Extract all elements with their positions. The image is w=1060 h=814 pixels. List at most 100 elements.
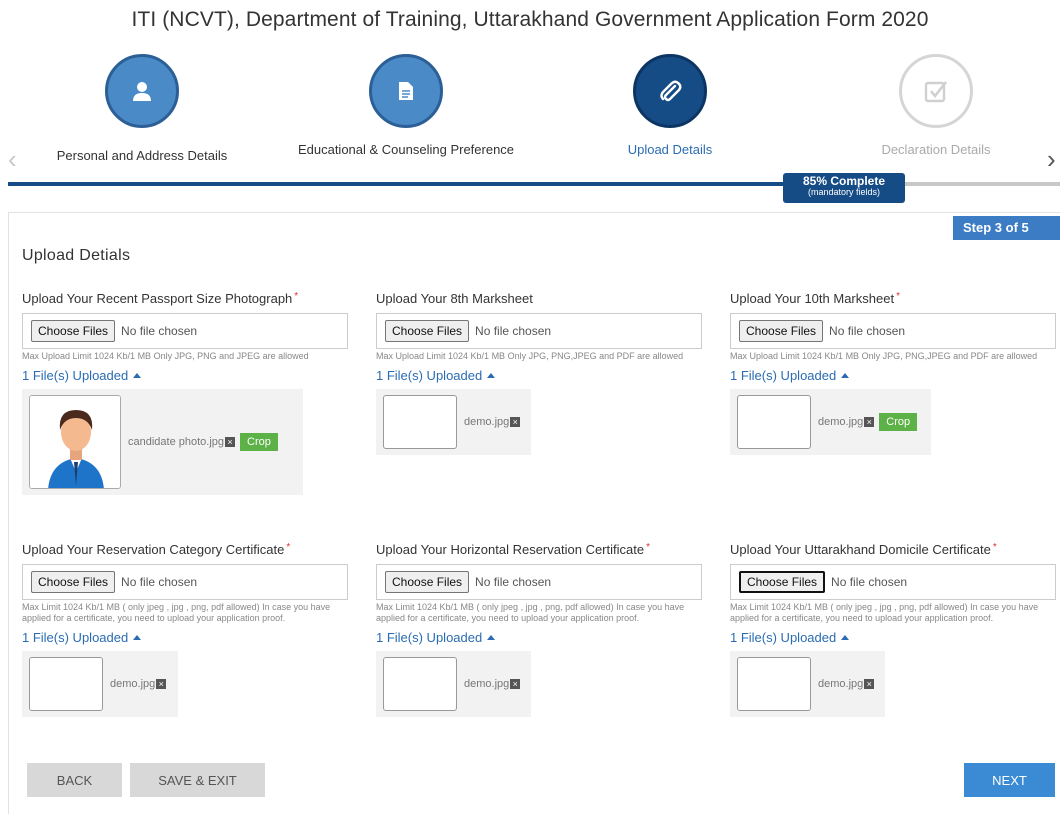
no-file-text: No file chosen bbox=[831, 575, 908, 589]
uploaded-count: 1 File(s) Uploaded bbox=[730, 368, 837, 383]
user-icon bbox=[105, 54, 179, 128]
upload-horizontal-reservation-field: Upload Your Horizontal Reservation Certi… bbox=[376, 542, 702, 717]
file-thumbnail[interactable] bbox=[737, 657, 811, 711]
remove-file-icon[interactable]: × bbox=[225, 437, 236, 447]
file-thumbnail[interactable] bbox=[737, 395, 811, 449]
required-marker: * bbox=[992, 542, 997, 553]
file-name: demo.jpg bbox=[464, 678, 510, 690]
stepper: ‹ › Personal and Address Details Educati… bbox=[0, 54, 1060, 190]
remove-file-icon[interactable]: × bbox=[864, 417, 875, 427]
chevron-right-icon[interactable]: › bbox=[1047, 146, 1056, 172]
file-input[interactable]: Choose Files No file chosen bbox=[730, 313, 1056, 349]
uploaded-toggle[interactable]: 1 File(s) Uploaded bbox=[376, 630, 702, 645]
file-thumbnail[interactable] bbox=[383, 395, 457, 449]
no-file-text: No file chosen bbox=[121, 324, 198, 338]
step-label: Declaration Details bbox=[881, 142, 991, 157]
choose-files-button[interactable]: Choose Files bbox=[739, 571, 826, 593]
upload-8th-marksheet-field: Upload Your 8th Marksheet Choose Files N… bbox=[376, 291, 702, 455]
checkbox-icon bbox=[899, 54, 973, 128]
file-name: demo.jpg bbox=[110, 678, 156, 690]
upload-reservation-certificate-field: Upload Your Reservation Category Certifi… bbox=[22, 542, 348, 717]
uploaded-count: 1 File(s) Uploaded bbox=[22, 630, 129, 645]
document-icon bbox=[369, 54, 443, 128]
no-file-text: No file chosen bbox=[475, 324, 552, 338]
upload-hint: Max Limit 1024 Kb/1 MB ( only jpeg , jpg… bbox=[376, 602, 685, 623]
file-input[interactable]: Choose Files No file chosen bbox=[22, 564, 348, 600]
upload-photo-field: Upload Your Recent Passport Size Photogr… bbox=[22, 291, 348, 495]
step-upload-details[interactable]: Upload Details bbox=[560, 54, 780, 157]
choose-files-button[interactable]: Choose Files bbox=[385, 571, 470, 593]
upload-hint: Max Limit 1024 Kb/1 MB ( only jpeg , jpg… bbox=[22, 602, 331, 623]
uploaded-count: 1 File(s) Uploaded bbox=[376, 368, 483, 383]
required-marker: * bbox=[286, 542, 291, 553]
candidate-photo-thumbnail[interactable] bbox=[29, 395, 121, 489]
choose-files-button[interactable]: Choose Files bbox=[31, 571, 116, 593]
file-thumbnail[interactable] bbox=[383, 657, 457, 711]
field-label: Upload Your Horizontal Reservation Certi… bbox=[376, 542, 645, 557]
uploaded-count: 1 File(s) Uploaded bbox=[22, 368, 129, 383]
crop-button[interactable]: Crop bbox=[240, 433, 278, 451]
upload-hint: Max Upload Limit 1024 Kb/1 MB Only JPG, … bbox=[22, 351, 309, 361]
uploaded-toggle[interactable]: 1 File(s) Uploaded bbox=[376, 368, 702, 383]
uploaded-toggle[interactable]: 1 File(s) Uploaded bbox=[22, 368, 348, 383]
file-preview: demo.jpg × bbox=[376, 389, 531, 455]
crop-button[interactable]: Crop bbox=[879, 413, 918, 431]
uploaded-count: 1 File(s) Uploaded bbox=[376, 630, 483, 645]
field-label: Upload Your 8th Marksheet bbox=[376, 291, 533, 306]
uploaded-toggle[interactable]: 1 File(s) Uploaded bbox=[22, 630, 348, 645]
file-preview: demo.jpg × bbox=[376, 651, 531, 717]
page-title: ITI (NCVT), Department of Training, Utta… bbox=[131, 8, 929, 31]
progress-percent: 85% Complete bbox=[802, 174, 886, 188]
triangle-up-icon bbox=[133, 373, 142, 378]
field-label: Upload Your Uttarakhand Domicile Certifi… bbox=[730, 542, 991, 557]
required-marker: * bbox=[294, 291, 299, 302]
file-preview: candidate photo.jpg × Crop bbox=[22, 389, 303, 495]
triangle-up-icon bbox=[841, 635, 850, 640]
progress-bar-fill bbox=[8, 182, 783, 186]
upload-hint: Max Upload Limit 1024 Kb/1 MB Only JPG, … bbox=[730, 351, 1038, 361]
triangle-up-icon bbox=[487, 373, 496, 378]
upload-domicile-certificate-field: Upload Your Uttarakhand Domicile Certifi… bbox=[730, 542, 1056, 717]
file-input[interactable]: Choose Files No file chosen bbox=[376, 313, 702, 349]
save-and-exit-button[interactable]: SAVE & EXIT bbox=[130, 763, 265, 797]
upload-hint: Max Limit 1024 Kb/1 MB ( only jpeg , jpg… bbox=[730, 602, 1039, 623]
next-button[interactable]: NEXT bbox=[964, 763, 1055, 797]
progress-badge: 85% Complete (mandatory fields) bbox=[783, 173, 905, 203]
remove-file-icon[interactable]: × bbox=[510, 417, 521, 427]
field-label: Upload Your 10th Marksheet bbox=[730, 291, 895, 306]
required-marker: * bbox=[646, 542, 650, 553]
remove-file-icon[interactable]: × bbox=[510, 679, 521, 689]
step-label: Educational & Counseling Preference bbox=[297, 142, 515, 157]
paperclip-icon bbox=[633, 54, 707, 128]
no-file-text: No file chosen bbox=[829, 324, 906, 338]
choose-files-button[interactable]: Choose Files bbox=[31, 320, 116, 342]
remove-file-icon[interactable]: × bbox=[156, 679, 167, 689]
file-thumbnail[interactable] bbox=[29, 657, 103, 711]
no-file-text: No file chosen bbox=[475, 575, 552, 589]
upload-hint: Max Upload Limit 1024 Kb/1 MB Only JPG, … bbox=[376, 351, 684, 361]
file-name: candidate photo.jpg bbox=[128, 436, 225, 448]
choose-files-button[interactable]: Choose Files bbox=[385, 320, 470, 342]
step-educational-preference[interactable]: Educational & Counseling Preference bbox=[296, 54, 516, 157]
file-input[interactable]: Choose Files No file chosen bbox=[22, 313, 348, 349]
progress-bar-track bbox=[905, 182, 1060, 186]
field-label: Upload Your Recent Passport Size Photogr… bbox=[22, 291, 293, 306]
remove-file-icon[interactable]: × bbox=[864, 679, 875, 689]
triangle-up-icon bbox=[487, 635, 496, 640]
file-preview: demo.jpg × bbox=[22, 651, 178, 717]
file-input[interactable]: Choose Files No file chosen bbox=[730, 564, 1056, 600]
choose-files-button[interactable]: Choose Files bbox=[739, 320, 824, 342]
no-file-text: No file chosen bbox=[121, 575, 198, 589]
chevron-left-icon[interactable]: ‹ bbox=[8, 146, 17, 172]
uploaded-toggle[interactable]: 1 File(s) Uploaded bbox=[730, 630, 1056, 645]
file-input[interactable]: Choose Files No file chosen bbox=[376, 564, 702, 600]
step-personal-details[interactable]: Personal and Address Details bbox=[32, 54, 252, 163]
step-declaration-details[interactable]: Declaration Details bbox=[826, 54, 1046, 157]
field-label: Upload Your Reservation Category Certifi… bbox=[22, 542, 285, 557]
progress-sublabel: (mandatory fields) bbox=[807, 187, 881, 197]
upload-10th-marksheet-field: Upload Your 10th Marksheet * Choose Files… bbox=[730, 291, 1056, 455]
uploaded-toggle[interactable]: 1 File(s) Uploaded bbox=[730, 368, 1056, 383]
section-title: Upload Detials bbox=[22, 247, 131, 264]
back-button[interactable]: BACK bbox=[27, 763, 122, 797]
file-name: demo.jpg bbox=[818, 678, 864, 690]
